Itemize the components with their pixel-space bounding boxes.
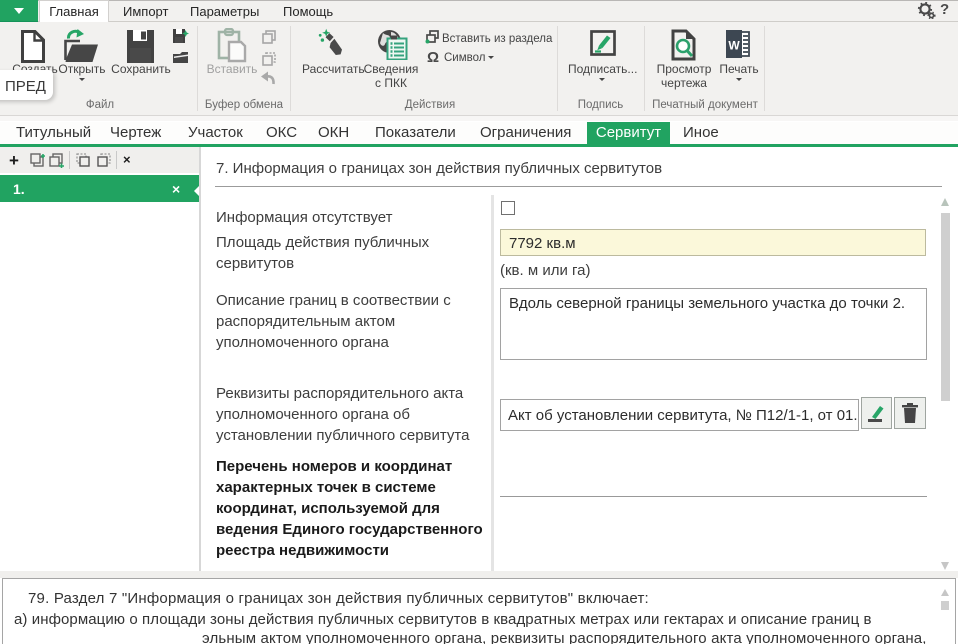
svg-text:W: W <box>728 39 740 53</box>
